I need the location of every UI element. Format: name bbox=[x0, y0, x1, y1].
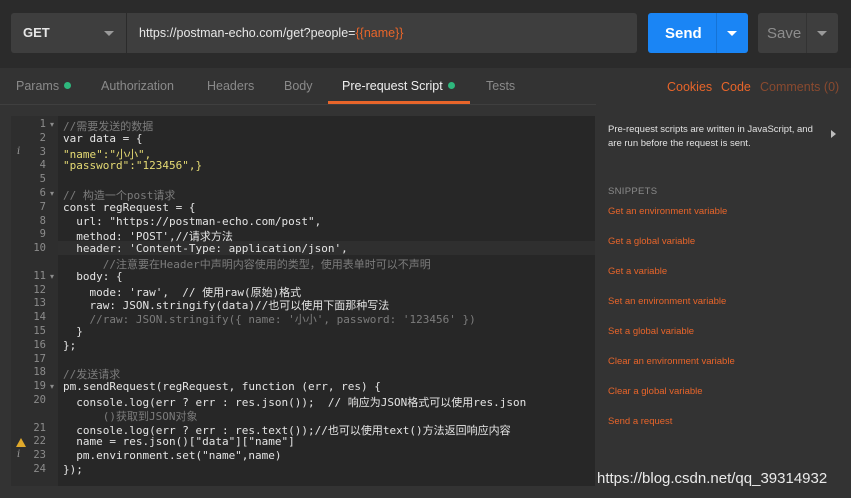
fold-toggle-icon[interactable]: ▾ bbox=[50, 272, 54, 281]
status-dot-icon bbox=[447, 82, 455, 89]
tab-label: Tests bbox=[486, 79, 516, 93]
code-link[interactable]: Code bbox=[721, 80, 751, 94]
snippets-panel: Pre-request scripts are written in JavaS… bbox=[596, 104, 851, 498]
active-tab-indicator bbox=[328, 101, 470, 104]
line-number: 21 bbox=[33, 421, 46, 434]
cookies-link[interactable]: Cookies bbox=[667, 80, 712, 94]
code-line: "password":"123456",} bbox=[63, 159, 203, 173]
code-line: pm.environment.set("name",name) bbox=[63, 449, 282, 463]
line-number: 6 bbox=[39, 187, 46, 199]
code-line: }); bbox=[63, 463, 83, 476]
tab-label: Pre-request Script bbox=[342, 79, 443, 93]
comments-link[interactable]: Comments (0) bbox=[760, 80, 839, 94]
tab-params[interactable]: Params bbox=[16, 79, 72, 93]
line-number: 20 bbox=[33, 394, 46, 406]
tab-headers[interactable]: Headers bbox=[207, 79, 254, 93]
line-number: 14 bbox=[33, 311, 46, 324]
tab-pre-request-script[interactable]: Pre-request Script bbox=[342, 79, 455, 93]
code-line: pm.sendRequest(regRequest, function (err… bbox=[63, 380, 381, 394]
line-number: 24 bbox=[33, 463, 46, 475]
line-number: 5 bbox=[39, 173, 46, 186]
collapse-arrow-icon[interactable] bbox=[831, 130, 836, 138]
chevron-down-icon bbox=[104, 31, 114, 36]
url-prefix: https://postman-echo.com/get?people= bbox=[139, 26, 356, 40]
line-number: 12 bbox=[33, 283, 46, 296]
snippets-header: SNIPPETS bbox=[608, 186, 658, 197]
save-label: Save bbox=[767, 25, 802, 42]
line-number: 8 bbox=[39, 214, 46, 227]
method-label: GET bbox=[23, 25, 50, 40]
line-number: 13 bbox=[33, 297, 46, 310]
snippet-link[interactable]: Clear an environment variable bbox=[608, 356, 735, 367]
snippet-link[interactable]: Set an environment variable bbox=[608, 296, 726, 307]
method-select[interactable]: GET bbox=[11, 13, 127, 53]
tab-body[interactable]: Body bbox=[284, 79, 313, 93]
snippet-link[interactable]: Set a global variable bbox=[608, 326, 694, 337]
line-number: 15 bbox=[33, 325, 46, 337]
code-line: body: { bbox=[63, 269, 123, 283]
snippet-link[interactable]: Clear a global variable bbox=[608, 386, 703, 397]
line-number: 9 bbox=[39, 228, 46, 241]
send-divider bbox=[716, 13, 717, 53]
code-line: url: "https://postman-echo.com/post", bbox=[63, 214, 322, 228]
line-number: 16 bbox=[33, 338, 46, 351]
tab-authorization[interactable]: Authorization bbox=[101, 79, 174, 93]
tab-label: Body bbox=[284, 79, 313, 93]
line-number: 17 bbox=[33, 352, 46, 365]
fold-toggle-icon[interactable]: ▾ bbox=[50, 189, 54, 198]
line-number: 19 bbox=[33, 380, 46, 393]
tab-tests[interactable]: Tests bbox=[486, 79, 515, 93]
url-text: https://postman-echo.com/get?people={{na… bbox=[139, 26, 403, 40]
send-button[interactable]: Send bbox=[648, 13, 748, 53]
line-number: 18 bbox=[33, 366, 46, 379]
save-button[interactable]: Save bbox=[758, 13, 838, 53]
code-line: name = res.json()["data"]["name"] bbox=[63, 435, 295, 449]
tab-label: Params bbox=[16, 79, 60, 93]
request-bar: GET https://postman-echo.com/get?people=… bbox=[0, 0, 851, 68]
code-line: header: 'Content-Type: application/json'… bbox=[63, 242, 348, 256]
warning-icon bbox=[16, 438, 26, 448]
url-variable: {{name}} bbox=[355, 26, 404, 40]
line-number: 7 bbox=[39, 200, 46, 213]
line-number: 4 bbox=[39, 159, 46, 172]
snippet-link[interactable]: Get a variable bbox=[608, 266, 667, 277]
code-line: } bbox=[63, 325, 83, 338]
snippet-link[interactable]: Send a request bbox=[608, 416, 672, 427]
snippet-link[interactable]: Get an environment variable bbox=[608, 206, 727, 217]
fold-toggle-icon[interactable]: ▾ bbox=[50, 120, 54, 129]
chevron-down-icon[interactable] bbox=[817, 31, 827, 36]
panel-description: Pre-request scripts are written in JavaS… bbox=[608, 124, 813, 149]
save-divider bbox=[806, 13, 807, 53]
send-label: Send bbox=[665, 25, 702, 42]
line-number: 1 bbox=[39, 118, 46, 130]
line-number: 11 bbox=[33, 269, 46, 282]
line-number: 10 bbox=[33, 242, 46, 255]
status-dot-icon bbox=[64, 82, 72, 89]
code-line: const regRequest = { bbox=[63, 200, 196, 214]
snippet-link[interactable]: Get a global variable bbox=[608, 236, 695, 247]
tab-label: Headers bbox=[207, 79, 255, 93]
tab-label: Authorization bbox=[101, 79, 174, 93]
watermark: https://blog.csdn.net/qq_39314932 bbox=[597, 470, 828, 487]
code-line: //raw: JSON.stringify({ name: '小小', pass… bbox=[63, 313, 476, 327]
info-icon: i bbox=[17, 449, 21, 461]
info-icon: i bbox=[17, 145, 21, 157]
chevron-down-icon[interactable] bbox=[727, 31, 737, 36]
code-line: var data = { bbox=[63, 131, 143, 145]
line-number: 2 bbox=[39, 131, 46, 144]
url-input[interactable]: https://postman-echo.com/get?people={{na… bbox=[127, 13, 637, 53]
request-tabs: Params Authorization Headers Body Pre-re… bbox=[0, 68, 851, 105]
script-editor[interactable]: 1 ▾//需要发送的数据 2 var data = {3 i "name":"小小", 4 "… bbox=[11, 116, 595, 486]
code-line: }; bbox=[63, 338, 77, 352]
fold-toggle-icon[interactable]: ▾ bbox=[50, 382, 54, 391]
